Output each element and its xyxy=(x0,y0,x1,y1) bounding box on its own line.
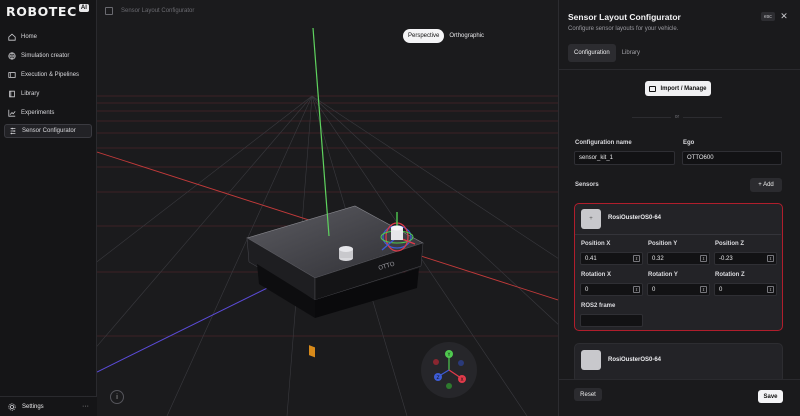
sensor-thumbnail xyxy=(581,350,601,370)
y-axis-line xyxy=(312,27,330,237)
logo-badge: AI xyxy=(78,4,89,12)
rotation-y-input[interactable]: 0 ⇕ xyxy=(647,283,710,296)
sensor-card-selected[interactable]: + RosiOusterOS0-64 Position X Position Y… xyxy=(574,203,783,331)
sidebar-item-label: Experiments xyxy=(21,110,55,116)
stepper-icon[interactable]: ⇕ xyxy=(767,286,774,293)
config-name-label: Configuration name xyxy=(575,140,632,146)
position-y-value: 0.32 xyxy=(652,255,664,262)
position-z-label: Position Z xyxy=(715,241,744,247)
sidebar-item-label: Simulation creator xyxy=(21,53,70,59)
sidebar-item-execution-pipelines[interactable]: Execution & Pipelines xyxy=(4,68,92,82)
sensor-card[interactable]: RosiOusterOS0-64 xyxy=(574,343,783,383)
perspective-button[interactable]: Perspective xyxy=(403,29,445,43)
ego-input[interactable]: OTTO600 xyxy=(682,151,782,165)
stepper-icon[interactable]: ⇕ xyxy=(700,255,707,262)
ros2-frame-input[interactable] xyxy=(580,314,643,327)
ros2-frame-label: ROS2 frame xyxy=(581,303,616,309)
panel-tabs: Configuration Library xyxy=(568,44,646,62)
config-name-input[interactable]: sensor_kit_1 xyxy=(574,151,675,165)
sidebar-item-sensor-configurator[interactable]: Sensor Configurator xyxy=(4,124,92,138)
sidebar-item-label: Library xyxy=(21,91,40,97)
sensor-name: RosiOusterOS0-64 xyxy=(608,357,662,363)
close-icon[interactable]: ✕ xyxy=(778,10,790,22)
sidebar-item-label: Sensor Configurator xyxy=(22,128,76,134)
gizmo-y-label: Y xyxy=(447,352,451,358)
import-label: Import / Manage xyxy=(660,85,707,92)
rotation-y-value: 0 xyxy=(652,286,656,293)
rotation-y-label: Rotation Y xyxy=(648,272,678,278)
orthographic-button[interactable]: Orthographic xyxy=(444,29,489,43)
esc-key-badge: esc xyxy=(761,12,775,21)
position-x-input[interactable]: 0.41 ⇕ xyxy=(580,252,643,265)
rotation-z-value: 0 xyxy=(719,286,723,293)
add-sensor-button[interactable]: + Add xyxy=(750,178,782,192)
stepper-icon[interactable]: ⇕ xyxy=(633,286,640,293)
gizmo-x-label: X xyxy=(460,377,463,383)
sidebar-item-library[interactable]: Library xyxy=(4,87,92,101)
rotation-z-label: Rotation Z xyxy=(715,272,745,278)
viewport-header: Sensor Layout Configurator xyxy=(97,0,558,22)
layers-icon xyxy=(8,71,16,79)
stepper-icon[interactable]: ⇕ xyxy=(700,286,707,293)
more-icon[interactable]: ··· xyxy=(82,403,89,410)
home-icon xyxy=(8,33,16,41)
or-label: or xyxy=(674,114,680,120)
rotation-x-input[interactable]: 0 ⇕ xyxy=(580,283,643,296)
gear-icon xyxy=(8,402,16,411)
info-icon[interactable]: i xyxy=(110,390,124,404)
orientation-gizmo[interactable]: Y X Z xyxy=(421,342,477,398)
position-y-label: Position Y xyxy=(648,241,678,247)
sensors-label: Sensors xyxy=(575,182,599,188)
globe-icon xyxy=(8,52,16,60)
logo-text: ROBOTEC xyxy=(6,4,77,19)
tab-configuration[interactable]: Configuration xyxy=(568,44,616,62)
divider xyxy=(559,69,800,70)
sidebar-item-home[interactable]: Home xyxy=(4,30,92,44)
settings-label: Settings xyxy=(22,403,44,410)
sensor-name: RosiOusterOS0-64 xyxy=(608,215,662,221)
divider xyxy=(575,234,781,235)
settings-button[interactable]: Settings ··· xyxy=(0,396,97,416)
sliders-icon xyxy=(9,127,17,135)
stepper-icon[interactable]: ⇕ xyxy=(767,255,774,262)
viewport-title: Sensor Layout Configurator xyxy=(121,8,195,14)
or-separator: or xyxy=(632,113,723,121)
3d-scene[interactable]: OTTO Y X Z xyxy=(97,0,558,416)
sidebar-item-simulation-creator[interactable]: Simulation creator xyxy=(4,49,92,63)
position-x-value: 0.41 xyxy=(585,255,597,262)
logo[interactable]: ROBOTEC AI xyxy=(6,4,89,20)
tab-library[interactable]: Library xyxy=(616,44,646,62)
panel-subtitle: Configure sensor layouts for your vehicl… xyxy=(568,26,679,32)
reset-button[interactable]: Reset xyxy=(574,388,602,401)
book-icon xyxy=(8,90,16,98)
sidebar-item-label: Execution & Pipelines xyxy=(21,72,80,78)
panel-title: Sensor Layout Configurator xyxy=(568,12,681,22)
stepper-icon[interactable]: ⇕ xyxy=(633,255,640,262)
sensor-thumbnail: + xyxy=(581,209,601,229)
3d-viewport[interactable]: OTTO Y X Z Sensor Layout Configurator Pe… xyxy=(97,0,558,416)
save-button[interactable]: Save xyxy=(758,390,783,403)
configurator-panel: Sensor Layout Configurator Configure sen… xyxy=(558,0,800,416)
position-z-input[interactable]: -0.23 ⇕ xyxy=(714,252,777,265)
sidebar-item-label: Home xyxy=(21,34,38,40)
ego-label: Ego xyxy=(683,140,695,146)
rotation-x-value: 0 xyxy=(585,286,589,293)
position-y-input[interactable]: 0.32 ⇕ xyxy=(647,252,710,265)
chart-icon xyxy=(8,109,16,117)
position-z-value: -0.23 xyxy=(719,255,733,262)
import-manage-button[interactable]: Import / Manage xyxy=(645,81,711,96)
rotation-z-input[interactable]: 0 ⇕ xyxy=(714,283,777,296)
gizmo-z-label: Z xyxy=(436,375,439,381)
rotation-x-label: Rotation X xyxy=(581,272,611,278)
panel-footer: Reset Save xyxy=(559,379,800,416)
sidebar-toggle-icon[interactable] xyxy=(105,7,113,15)
position-x-label: Position X xyxy=(581,241,611,247)
sidebar: ROBOTEC AI Home Simulation creator Execu… xyxy=(0,0,97,416)
import-icon xyxy=(649,85,657,92)
view-mode-toggle: Perspective Orthographic xyxy=(403,29,489,43)
sidebar-item-experiments[interactable]: Experiments xyxy=(4,106,92,120)
